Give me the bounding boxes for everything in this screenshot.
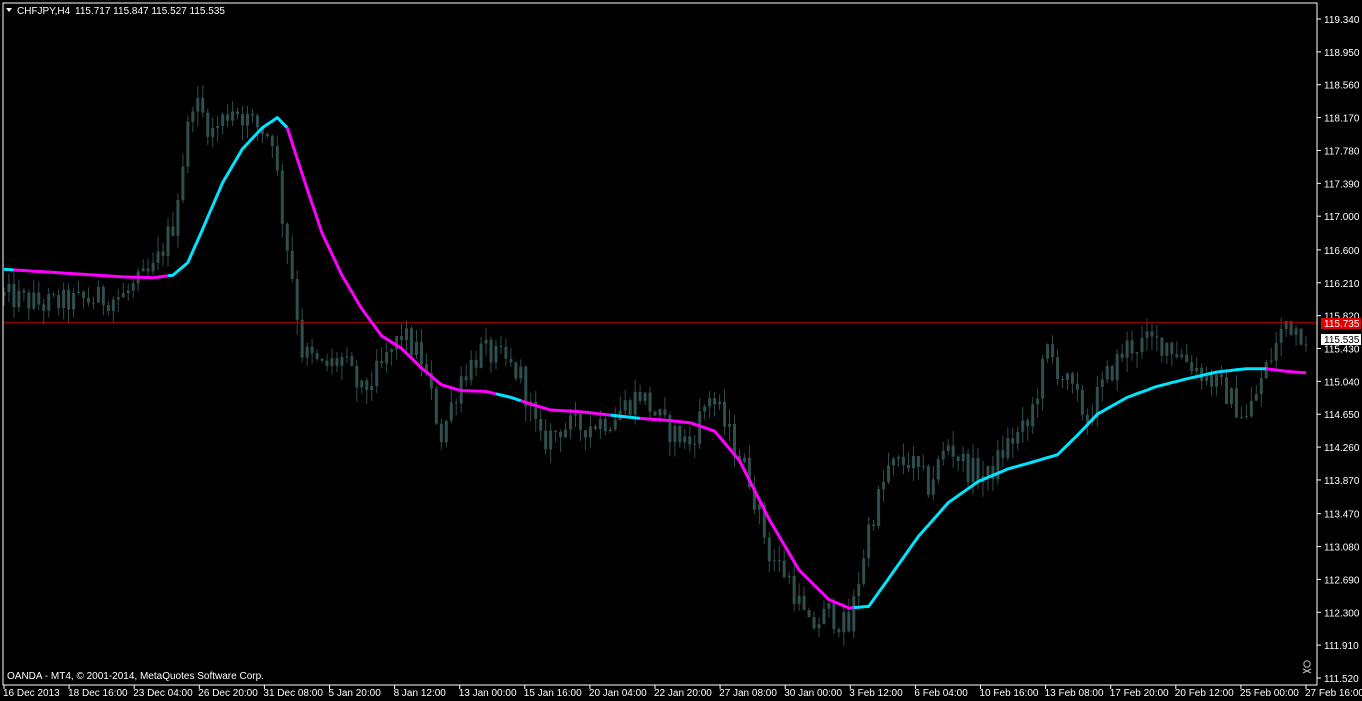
y-tick-label: 118.170	[1324, 114, 1360, 125]
candle	[434, 386, 438, 426]
candle	[1299, 328, 1303, 346]
x-axis: 16 Dec 2013 18 Dec 16:00 23 Dec 04:00 26 De…	[3, 685, 1362, 699]
y-tick-label: 111.520	[1324, 674, 1359, 685]
bid-price-badge: 115.735	[1321, 318, 1361, 330]
x-tick-label: 30 Jan 00:00	[784, 688, 842, 699]
ohlc-values: 115.717 115.847 115.527 115.535	[75, 6, 225, 17]
y-tick-label: 115.430	[1324, 345, 1360, 356]
y-tick-label: 114.650	[1324, 410, 1360, 421]
y-tick-label: 116.210	[1324, 279, 1360, 290]
y-tick-label: 112.300	[1324, 608, 1360, 619]
y-tick-label: 113.080	[1324, 543, 1360, 554]
last-price-badge: 115.535	[1321, 334, 1361, 346]
x-tick-label: 16 Dec 2013	[3, 688, 60, 699]
y-tick-label: 116.600	[1324, 246, 1360, 257]
x-tick-label: 3 Feb 12:00	[849, 688, 903, 699]
candle	[1110, 364, 1114, 383]
x-tick-label: 8 Jan 12:00	[394, 688, 447, 699]
x-tick-label: 13 Jan 00:00	[459, 688, 517, 699]
candle	[409, 326, 413, 359]
x-tick-label: 31 Dec 08:00	[263, 688, 323, 699]
y-tick-label: 115.040	[1324, 377, 1360, 388]
y-tick-label: 117.390	[1324, 179, 1360, 190]
y-tick-label: 117.780	[1324, 146, 1360, 157]
x-tick-label: 10 Feb 16:00	[980, 688, 1039, 699]
candle	[926, 463, 930, 498]
y-tick-label: 118.560	[1324, 81, 1360, 92]
symbol-label: CHFJPY,H4	[17, 6, 71, 17]
x-tick-label: 17 Feb 20:00	[1110, 688, 1169, 699]
x-tick-label: 6 Feb 04:00	[914, 688, 968, 699]
x-tick-label: 20 Feb 12:00	[1175, 688, 1234, 699]
x-tick-label: 13 Feb 08:00	[1045, 688, 1104, 699]
y-tick-label: 112.690	[1324, 575, 1360, 586]
x-tick-label: 18 Dec 16:00	[68, 688, 128, 699]
ma-segment-rising	[3, 267, 14, 272]
copyright-text: OANDA - MT4, © 2001-2014, MetaQuotes Sof…	[7, 671, 264, 682]
x-tick-label: 25 Feb 00:00	[1240, 688, 1299, 699]
y-tick-label: 111.910	[1324, 641, 1359, 652]
y-tick-label: 119.340	[1324, 15, 1360, 26]
chart-window[interactable]: 119.340 118.950 118.560 118.170 117.780 117.3…	[0, 0, 1362, 701]
chart-background	[0, 0, 1362, 701]
candle	[186, 115, 190, 174]
x-tick-label: 15 Jan 16:00	[524, 688, 582, 699]
y-tick-label: 118.950	[1324, 48, 1360, 59]
svg-text:115.535: 115.535	[1324, 335, 1360, 346]
y-tick-label: 113.470	[1324, 510, 1360, 521]
svg-text:115.735: 115.735	[1324, 319, 1360, 330]
candle	[852, 589, 856, 638]
y-axis: 119.340 118.950 118.560 118.170 117.780 117.3…	[1317, 15, 1360, 685]
y-tick-label: 113.870	[1324, 476, 1360, 487]
price-chart[interactable]: 119.340 118.950 118.560 118.170 117.780 117.3…	[0, 0, 1362, 701]
x-tick-label: 5 Jan 20:00	[329, 688, 382, 699]
x-tick-label: 23 Dec 04:00	[133, 688, 193, 699]
x-tick-label: 22 Jan 20:00	[654, 688, 712, 699]
y-tick-label: 114.260	[1324, 443, 1360, 454]
x-tick-label: 27 Feb 16:00	[1305, 688, 1362, 699]
x-tick-label: 27 Jan 08:00	[719, 688, 777, 699]
candle	[877, 485, 881, 529]
x-tick-label: 20 Jan 04:00	[589, 688, 647, 699]
y-tick-label: 117.000	[1324, 212, 1360, 223]
x-tick-label: 26 Dec 20:00	[198, 688, 258, 699]
candle	[514, 361, 518, 381]
